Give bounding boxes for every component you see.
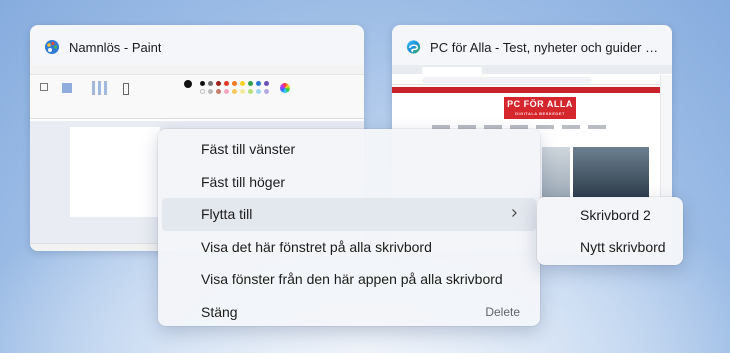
menu-item-close[interactable]: Stäng Delete bbox=[162, 296, 536, 329]
submenu-item-new-desktop[interactable]: Nytt skrivbord bbox=[537, 231, 683, 263]
menu-item-move-to[interactable]: Flytta till bbox=[162, 198, 536, 231]
paint-canvas bbox=[70, 127, 160, 217]
menu-item-label: Fäst till höger bbox=[201, 173, 286, 190]
submenu-item-label: Nytt skrivbord bbox=[580, 239, 666, 255]
paint-window-title-bar: Namnlös - Paint bbox=[44, 37, 354, 57]
paint-menubar bbox=[30, 65, 364, 75]
browser-tab-strip bbox=[392, 65, 672, 74]
submenu-item-label: Skrivbord 2 bbox=[580, 207, 651, 223]
edge-browser-icon bbox=[406, 40, 421, 54]
menu-item-snap-right[interactable]: Fäst till höger bbox=[162, 166, 536, 199]
menu-item-show-app-all-desktops[interactable]: Visa fönster från den här appen på alla … bbox=[162, 263, 536, 296]
submenu-item-desktop-2[interactable]: Skrivbord 2 bbox=[537, 199, 683, 231]
paint-ribbon bbox=[30, 75, 364, 119]
site-logo: PC FÖR ALLA DIGITALA BESKEDET bbox=[504, 97, 576, 119]
browser-window-title: PC för Alla - Test, nyheter och guider k… bbox=[430, 39, 662, 55]
chevron-right-icon bbox=[512, 209, 517, 217]
menu-item-label: Stäng bbox=[201, 303, 238, 320]
article-image bbox=[542, 147, 570, 197]
window-context-menu: Fäst till vänster Fäst till höger Flytta… bbox=[158, 129, 540, 326]
menu-item-label: Visa det här fönstret på alla skrivbord bbox=[201, 238, 432, 255]
browser-window-title-bar: PC för Alla - Test, nyheter och guider k… bbox=[406, 37, 662, 57]
paint-palette-icon bbox=[45, 40, 59, 54]
paint-window-title: Namnlös - Paint bbox=[69, 39, 162, 55]
menu-item-label: Fäst till vänster bbox=[201, 141, 296, 158]
article-image-featured bbox=[573, 147, 649, 199]
menu-item-show-window-all-desktops[interactable]: Visa det här fönstret på alla skrivbord bbox=[162, 231, 536, 264]
menu-item-label: Flytta till bbox=[201, 206, 253, 223]
site-nav-bar bbox=[392, 87, 660, 93]
menu-item-snap-left[interactable]: Fäst till vänster bbox=[162, 133, 536, 166]
browser-address-bar bbox=[392, 75, 672, 85]
menu-item-label: Visa fönster från den här appen på alla … bbox=[201, 271, 503, 288]
move-to-submenu: Skrivbord 2 Nytt skrivbord bbox=[537, 197, 683, 265]
shortcut-hint: Delete bbox=[485, 304, 520, 319]
